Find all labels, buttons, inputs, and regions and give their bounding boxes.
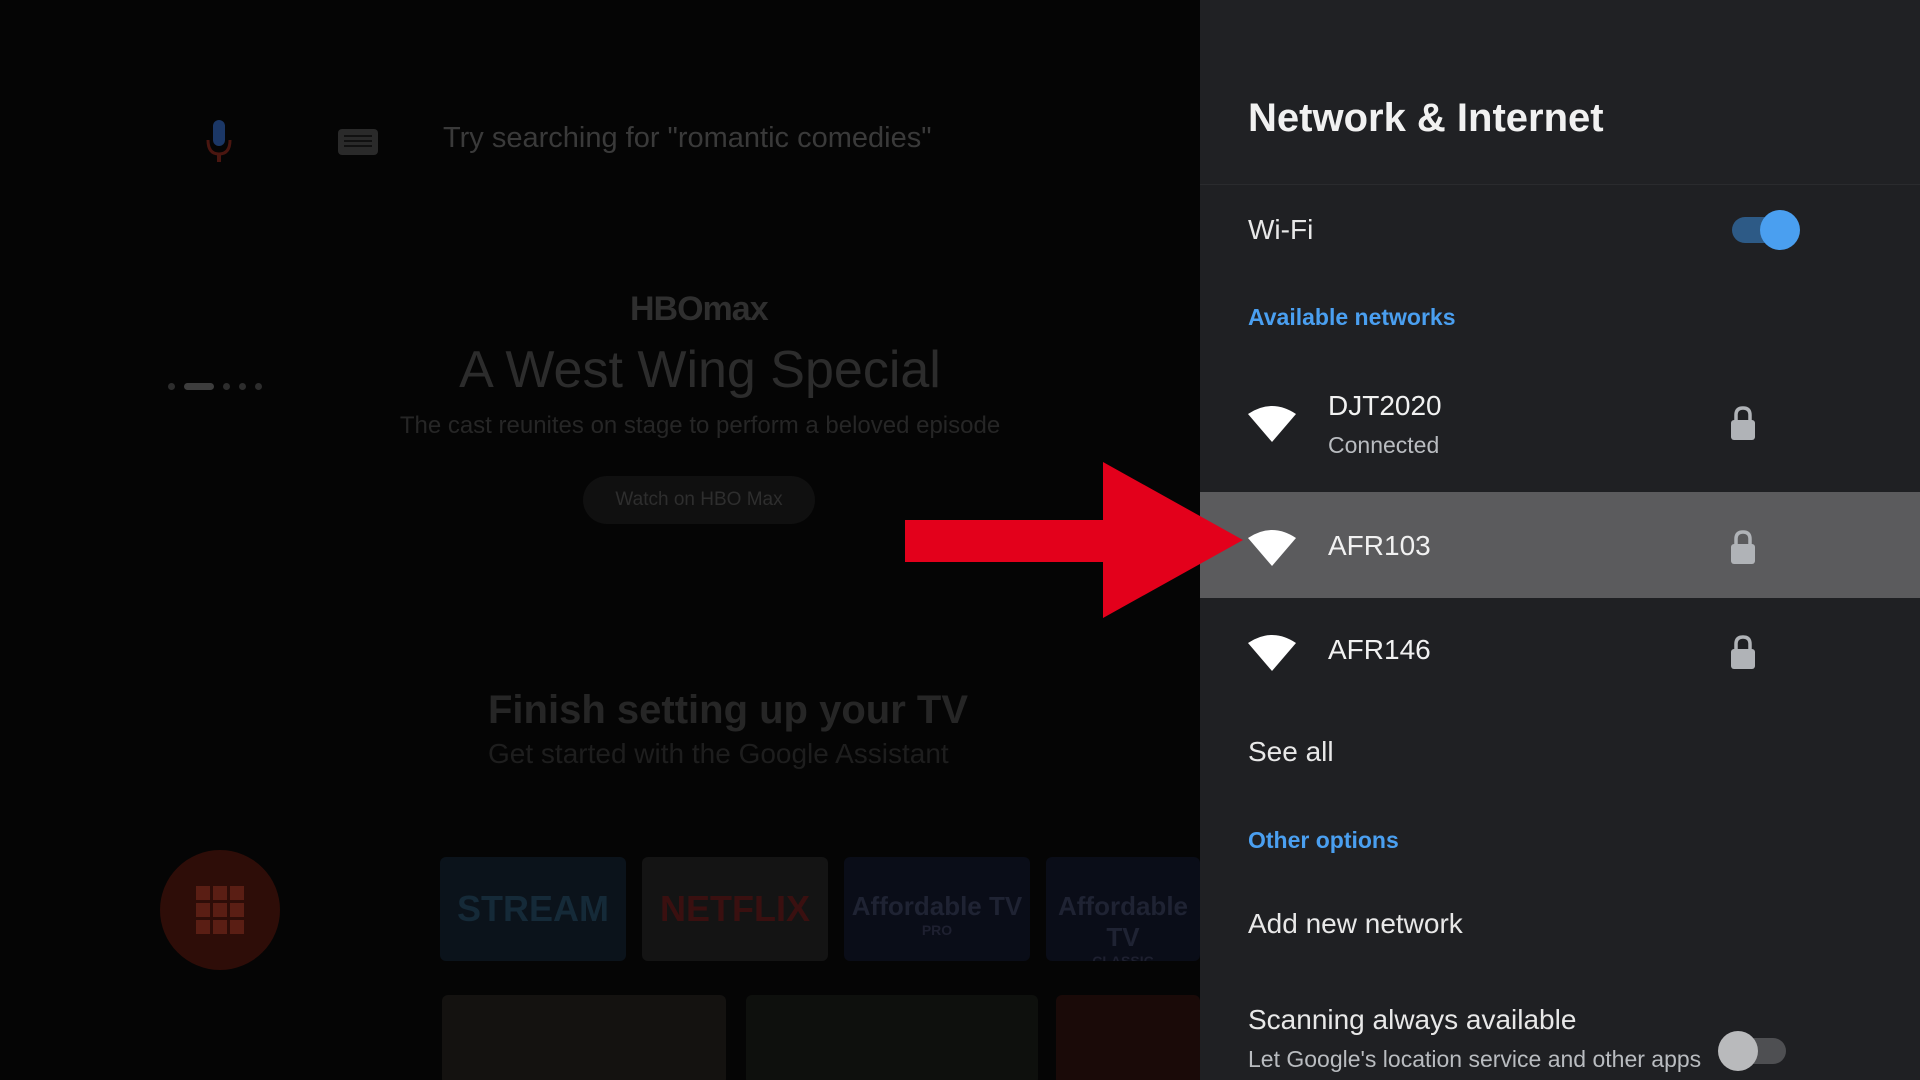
wifi-toggle-knob [1760,210,1800,250]
setup-title: Finish setting up your TV [488,688,968,732]
content-thumbnail[interactable] [442,995,726,1080]
lock-icon [1731,530,1755,564]
wifi-icon [1248,530,1296,566]
wifi-label[interactable]: Wi-Fi [1248,214,1313,246]
panel-header: Network & Internet [1200,0,1920,185]
other-options-header: Other options [1248,827,1399,853]
network-settings-panel: Network & Internet Wi-Fi Available netwo… [1200,0,1920,1080]
keyboard-icon[interactable] [338,129,378,155]
add-new-network-button[interactable]: Add new network [1248,908,1463,940]
lock-icon [1731,406,1755,440]
network-name: DJT2020 [1328,390,1442,421]
content-thumbnail[interactable] [746,995,1038,1080]
network-status: Connected [1328,432,1440,458]
app-tile-netflix[interactable]: NETFLIX [642,857,828,961]
scanning-label[interactable]: Scanning always available [1248,1004,1576,1036]
wifi-icon [1248,635,1296,671]
apps-grid-icon[interactable] [160,850,280,970]
lock-icon [1731,635,1755,669]
network-name: AFR103 [1328,530,1431,561]
content-thumbnail[interactable] [1056,995,1200,1080]
panel-title: Network & Internet [1248,96,1604,140]
scanning-toggle-knob [1718,1031,1758,1071]
app-tile-affordable-pro[interactable]: Affordable TV PRO [844,857,1030,961]
app-tile-stream[interactable]: STREAM [440,857,626,961]
red-arrow-annotation [905,462,1243,618]
hero-title: A West Wing Special [459,341,941,399]
search-hint[interactable]: Try searching for "romantic comedies" [443,122,932,155]
see-all-button[interactable]: See all [1248,736,1334,768]
scanning-description: Let Google's location service and other … [1248,1046,1702,1072]
hero-subtitle: The cast reunites on stage to perform a … [399,412,1001,439]
network-row-afr103[interactable]: AFR103 [1200,492,1920,598]
hbo-max-logo: HBOmax [630,290,769,328]
app-tile-affordable-classic[interactable]: Affordable TV CLASSIC [1046,857,1200,961]
network-name: AFR146 [1328,634,1431,665]
network-row-afr146[interactable]: AFR146 [1200,600,1920,702]
setup-subtitle: Get started with the Google Assistant [488,738,949,769]
available-networks-header: Available networks [1248,304,1456,330]
wifi-icon [1248,406,1296,442]
watch-button[interactable]: Watch on HBO Max [583,476,815,524]
network-row-djt2020[interactable]: DJT2020 Connected [1200,374,1920,490]
mic-icon[interactable] [206,120,232,164]
